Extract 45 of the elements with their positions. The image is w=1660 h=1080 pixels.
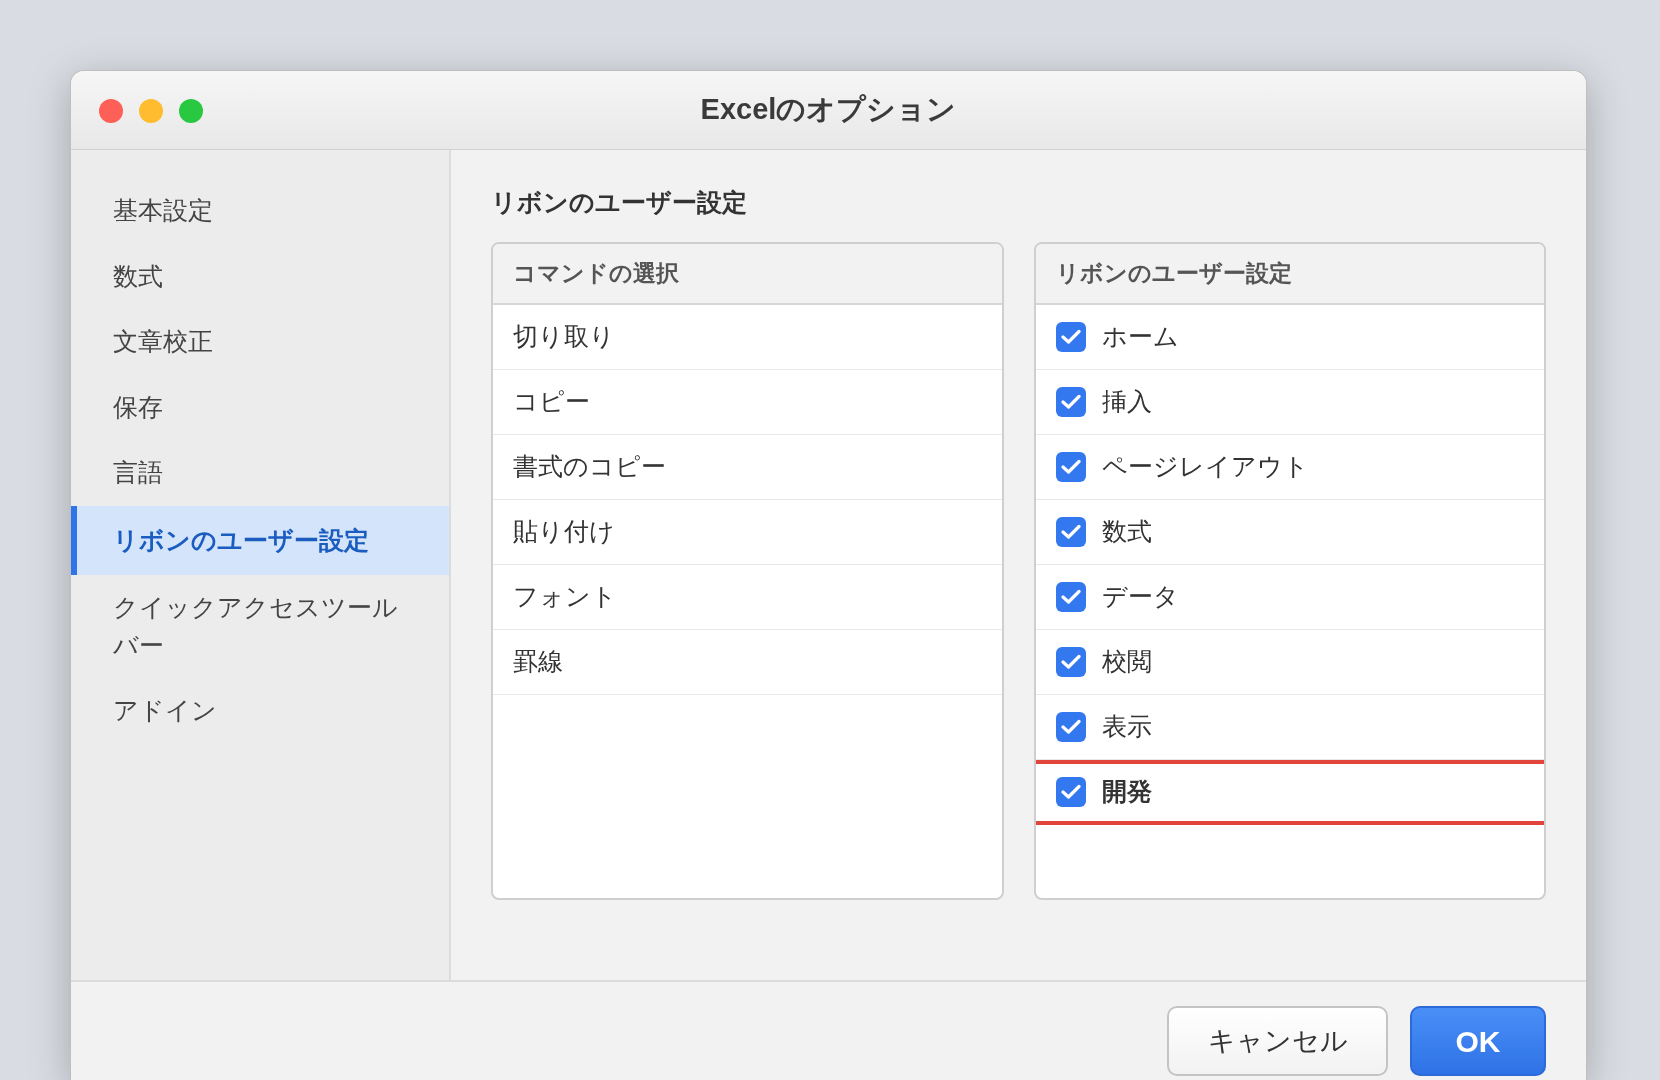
ribbon-tab-label: 開発	[1101, 776, 1152, 808]
command-item[interactable]: 罫線	[493, 629, 1002, 695]
sidebar-item[interactable]: 基本設定	[71, 178, 449, 244]
check-icon	[1060, 718, 1081, 735]
checkbox[interactable]	[1055, 581, 1086, 612]
command-item[interactable]: フォント	[493, 564, 1002, 630]
check-icon	[1060, 784, 1081, 800]
ribbon-tab-label: 挿入	[1101, 385, 1152, 417]
sidebar-item[interactable]: 数式	[71, 243, 449, 309]
sidebar-item[interactable]: リボンのユーザー設定	[71, 505, 449, 575]
checkbox[interactable]	[1055, 386, 1086, 417]
list-header: リボンのユーザー設定	[1035, 243, 1544, 305]
check-icon	[1060, 328, 1081, 345]
ribbon-tab-label: 校閲	[1101, 645, 1152, 677]
ribbon-tab-label: ページレイアウト	[1101, 450, 1309, 482]
ribbon-tab-label: 数式	[1101, 515, 1152, 547]
sidebar-item[interactable]: アドイン	[71, 678, 449, 744]
ribbon-tab-label: 表示	[1101, 710, 1152, 742]
ribbon-tab-label: データ	[1101, 580, 1179, 612]
window-title: Excelのオプション	[700, 92, 957, 128]
checkbox[interactable]	[1055, 711, 1086, 742]
checkbox[interactable]	[1055, 516, 1086, 547]
checkbox[interactable]	[1055, 646, 1086, 677]
check-icon	[1060, 588, 1081, 605]
command-item[interactable]: 切り取り	[493, 304, 1002, 370]
check-icon	[1060, 523, 1081, 540]
ok-button[interactable]: OK	[1410, 1006, 1546, 1076]
command-item[interactable]: 書式のコピー	[493, 434, 1002, 500]
sidebar-item[interactable]: 保存	[71, 374, 449, 440]
checkbox[interactable]	[1055, 321, 1086, 352]
sidebar-item[interactable]: クイックアクセスツールバー	[71, 575, 449, 678]
cancel-button[interactable]: キャンセル	[1167, 1006, 1388, 1076]
check-icon	[1060, 653, 1081, 670]
checkbox[interactable]	[1055, 777, 1086, 807]
close-button[interactable]	[99, 99, 123, 123]
command-item[interactable]: 貼り付け	[493, 499, 1002, 565]
checkbox[interactable]	[1055, 451, 1086, 482]
check-icon	[1060, 458, 1081, 475]
ribbon-tab-label: ホーム	[1101, 320, 1179, 352]
list-header: コマンドの選択	[493, 243, 1002, 305]
command-item[interactable]: コピー	[493, 369, 1002, 435]
check-icon	[1060, 393, 1081, 410]
section-title: リボンのユーザー設定	[491, 187, 748, 218]
sidebar-item[interactable]: 文章校正	[71, 309, 449, 375]
sidebar-item[interactable]: 言語	[71, 440, 449, 506]
